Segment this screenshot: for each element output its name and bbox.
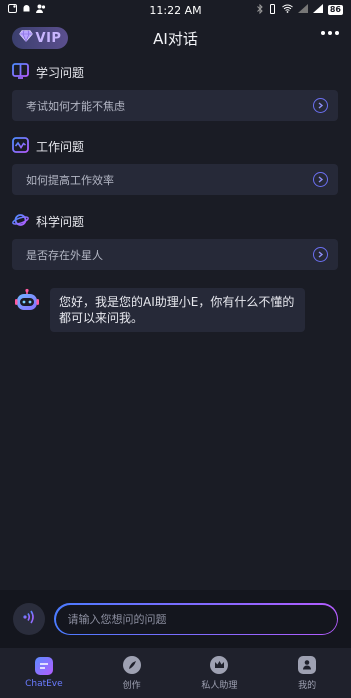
question-text: 是否存在外星人 — [26, 248, 103, 262]
diamond-icon — [18, 30, 33, 46]
question-card[interactable]: 如何提高工作效率 — [12, 164, 338, 195]
section-title: 学习问题 — [36, 65, 85, 80]
pulse-icon — [12, 136, 29, 156]
section-header: 科学问题 — [12, 212, 338, 230]
bluetooth-icon — [257, 3, 263, 17]
tab-label: 我的 — [298, 680, 317, 691]
more-horizontal-icon[interactable] — [321, 31, 339, 35]
section-header: 学习问题 — [12, 62, 338, 82]
tab-create[interactable]: 创作 — [88, 648, 176, 698]
tab-label: ChatEve — [25, 679, 63, 689]
tab-mine[interactable]: 我的 — [263, 648, 351, 698]
voice-wave-icon — [21, 609, 37, 629]
chat-message-row: 您好，我是您的AI助理小E，你有什么不懂的都可以来问我。 — [14, 288, 305, 332]
status-bar: 11:22 AM 86 — [0, 0, 351, 20]
wifi-icon — [282, 4, 293, 16]
signal-icon-1 — [297, 4, 308, 16]
question-card[interactable]: 考试如何才能不焦虑 — [12, 90, 338, 121]
vibrate-icon — [268, 3, 277, 17]
message-input[interactable] — [55, 604, 337, 634]
status-left-icons — [8, 4, 46, 16]
section-title: 科学问题 — [36, 214, 85, 229]
vip-label: VIP — [35, 30, 62, 46]
battery-icon: 86 — [327, 5, 343, 15]
user-icon — [298, 655, 317, 674]
planet-icon — [12, 212, 29, 231]
header: VIP AI对话 — [0, 22, 351, 54]
chevron-right-icon[interactable] — [313, 98, 328, 113]
section-science: 科学问题 是否存在外星人 — [12, 212, 338, 270]
bot-avatar-icon — [14, 288, 40, 314]
question-text: 考试如何才能不焦虑 — [26, 99, 125, 113]
notification-icon — [8, 4, 17, 16]
tab-label: 创作 — [122, 680, 141, 691]
signal-icon-2 — [312, 4, 323, 16]
question-text: 如何提高工作效率 — [26, 173, 114, 187]
section-title: 工作问题 — [36, 139, 85, 154]
vip-badge[interactable]: VIP — [12, 27, 68, 49]
status-right-icons: 86 — [257, 3, 343, 17]
chat-icon — [34, 657, 53, 675]
section-header: 工作问题 — [12, 136, 338, 156]
voice-button[interactable] — [13, 603, 45, 635]
input-bar — [0, 590, 351, 648]
message-input-frame — [54, 603, 338, 635]
bot-message-bubble: 您好，我是您的AI助理小E，你有什么不懂的都可以来问我。 — [50, 288, 305, 332]
section-work: 工作问题 如何提高工作效率 — [12, 136, 338, 195]
question-card[interactable]: 是否存在外星人 — [12, 239, 338, 270]
tab-personal-assistant[interactable]: 私人助理 — [176, 648, 264, 698]
book-icon — [12, 62, 29, 82]
tab-label: 私人助理 — [201, 680, 238, 691]
tab-chateve[interactable]: ChatEve — [0, 648, 88, 698]
crown-icon — [210, 655, 229, 674]
android-icon — [22, 4, 31, 16]
feather-icon — [122, 655, 141, 674]
bottom-tab-bar: ChatEve 创作 私人助理 我的 — [0, 648, 351, 698]
chevron-right-icon[interactable] — [313, 172, 328, 187]
page-title: AI对话 — [153, 29, 198, 48]
chevron-right-icon[interactable] — [313, 247, 328, 262]
users-icon — [36, 4, 46, 16]
section-study: 学习问题 考试如何才能不焦虑 — [12, 62, 338, 121]
